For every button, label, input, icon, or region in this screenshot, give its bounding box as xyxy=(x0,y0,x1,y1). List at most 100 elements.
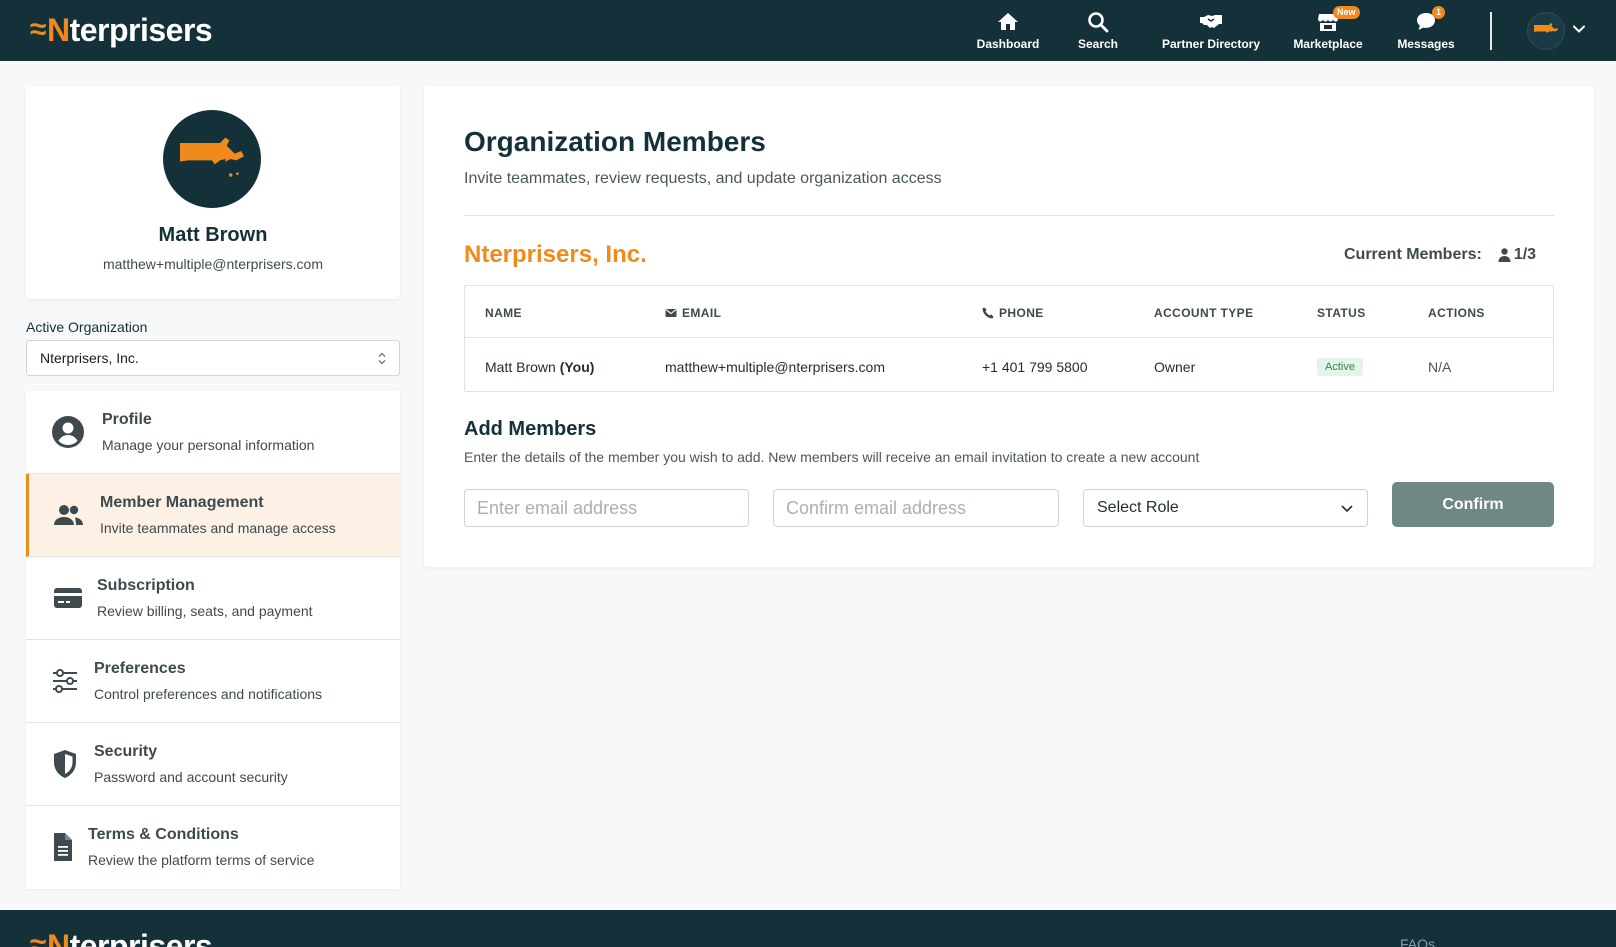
nav-dashboard[interactable]: Dashboard xyxy=(972,0,1044,61)
email-input[interactable] xyxy=(464,489,749,527)
unread-count-badge: 1 xyxy=(1432,6,1446,19)
active-organization-value: Nterprisers, Inc. xyxy=(40,350,139,366)
footer-logo[interactable]: ≈ Nterprisers xyxy=(30,927,213,947)
chevron-down-icon xyxy=(1341,505,1353,513)
organization-members-card: Organization Members Invite teammates, r… xyxy=(424,86,1594,567)
sliders-icon xyxy=(48,664,82,698)
chevron-down-icon[interactable] xyxy=(1572,22,1586,36)
footer: ≈ Nterprisers FAQs xyxy=(0,910,1616,947)
cell-email: matthew+multiple@nterprisers.com xyxy=(665,359,886,375)
menu-title: Security xyxy=(94,743,158,760)
profile-avatar xyxy=(163,110,261,208)
confirm-button[interactable]: Confirm xyxy=(1392,482,1554,527)
current-members: Current Members: 1/3 xyxy=(1344,246,1536,264)
menu-desc: Control preferences and notifications xyxy=(94,686,323,702)
members-table: NAME EMAIL PHONE ACCOUNT TYPE STATUS ACT… xyxy=(464,285,1554,392)
logo-wordmark: terprisers xyxy=(69,11,213,48)
menu-desc: Review billing, seats, and payment xyxy=(97,603,313,619)
members-count-value: 1/3 xyxy=(1513,246,1537,263)
menu-desc: Manage your personal information xyxy=(102,437,315,453)
column-header-name: NAME xyxy=(485,306,522,320)
menu-title: Member Management xyxy=(100,494,264,511)
nav-messages[interactable]: Messages 1 xyxy=(1396,0,1456,61)
member-name: Matt Brown xyxy=(485,359,556,375)
role-select-value: Select Role xyxy=(1097,499,1179,516)
account-avatar-button[interactable] xyxy=(1527,12,1565,50)
profile-email: matthew+multiple@nterprisers.com xyxy=(102,256,323,272)
person-icon xyxy=(1498,248,1511,262)
menu-title: Profile xyxy=(102,411,152,428)
nav-divider xyxy=(1490,12,1492,50)
status-badge: Active xyxy=(1317,358,1363,376)
search-icon xyxy=(1088,12,1109,33)
column-header-email-label: EMAIL xyxy=(682,306,722,320)
column-header-phone: PHONE xyxy=(982,306,1044,320)
footer-faqs-link[interactable]: FAQs xyxy=(1400,936,1435,947)
cell-phone: +1 401 799 5800 xyxy=(982,359,1088,375)
active-organization-label: Active Organization xyxy=(26,319,148,335)
phone-icon xyxy=(982,307,994,319)
envelope-icon xyxy=(665,309,677,317)
organization-name: Nterprisers, Inc. xyxy=(464,241,647,268)
column-header-status: STATUS xyxy=(1317,306,1366,320)
user-circle-icon xyxy=(51,415,85,449)
divider xyxy=(464,215,1554,216)
menu-item-subscription[interactable]: Subscription Review billing, seats, and … xyxy=(26,557,400,640)
current-members-label: Current Members: xyxy=(1344,246,1482,263)
current-members-count: 1/3 xyxy=(1498,246,1536,264)
confirm-email-input[interactable] xyxy=(773,489,1059,527)
top-navigation-bar: ≈ Nterprisers Dashboard Search Partner Di… xyxy=(0,0,1616,61)
member-you-tag: (You) xyxy=(559,359,595,375)
role-select[interactable]: Select Role xyxy=(1083,489,1368,527)
new-badge: New xyxy=(1333,6,1360,19)
up-down-chevron-icon xyxy=(378,352,386,365)
logo-first-letter: N xyxy=(46,11,70,48)
nav-messages-label: Messages xyxy=(1397,37,1455,51)
add-members-title: Add Members xyxy=(464,418,597,440)
credit-card-icon xyxy=(51,581,85,615)
settings-menu: Profile Manage your personal information… xyxy=(26,391,400,889)
page-subtitle: Invite teammates, review requests, and u… xyxy=(464,170,942,187)
menu-desc: Review the platform terms of service xyxy=(88,852,315,868)
brand-logo[interactable]: ≈ Nterprisers xyxy=(30,11,213,48)
logo-mark: ≈ xyxy=(30,13,46,46)
logo-first-letter: N xyxy=(46,927,70,947)
nav-search-label: Search xyxy=(1077,37,1119,51)
menu-item-terms[interactable]: Terms & Conditions Review the platform t… xyxy=(26,806,400,889)
document-icon xyxy=(45,830,79,864)
menu-item-preferences[interactable]: Preferences Control preferences and noti… xyxy=(26,640,400,723)
cell-account-type: Owner xyxy=(1154,359,1196,375)
table-header: NAME EMAIL PHONE ACCOUNT TYPE STATUS ACT… xyxy=(465,286,1553,338)
column-header-email: EMAIL xyxy=(665,306,721,320)
logo-mark: ≈ xyxy=(30,929,46,947)
logo-wordmark: terprisers xyxy=(69,927,213,947)
nav-partner-directory-label: Partner Directory xyxy=(1161,37,1261,51)
active-organization-select[interactable]: Nterprisers, Inc. xyxy=(26,340,400,376)
cell-name: Matt Brown (You) xyxy=(485,359,594,375)
nav-search[interactable]: Search xyxy=(1078,0,1118,61)
column-header-phone-label: PHONE xyxy=(999,306,1044,320)
column-header-actions: ACTIONS xyxy=(1428,306,1485,320)
users-icon xyxy=(51,498,85,532)
menu-item-profile[interactable]: Profile Manage your personal information xyxy=(26,391,400,474)
home-icon xyxy=(998,13,1018,30)
handshake-icon xyxy=(1200,15,1222,28)
menu-item-security[interactable]: Security Password and account security xyxy=(26,723,400,806)
column-header-account-type: ACCOUNT TYPE xyxy=(1154,306,1254,320)
profile-card: Matt Brown matthew+multiple@nterprisers.… xyxy=(26,86,400,299)
cell-actions: N/A xyxy=(1428,359,1452,375)
add-members-description: Enter the details of the member you wish… xyxy=(464,449,1200,465)
state-map-icon xyxy=(1534,23,1558,33)
menu-desc: Password and account security xyxy=(94,769,288,785)
menu-title: Subscription xyxy=(97,577,195,594)
menu-title: Preferences xyxy=(94,660,186,677)
nav-marketplace-label: Marketplace xyxy=(1293,37,1363,51)
nav-marketplace[interactable]: Marketplace New xyxy=(1291,0,1365,61)
menu-item-member-management[interactable]: Member Management Invite teammates and m… xyxy=(26,474,400,557)
nav-partner-directory[interactable]: Partner Directory xyxy=(1160,0,1262,61)
shield-icon xyxy=(48,747,82,781)
state-map-icon xyxy=(180,137,244,177)
menu-desc: Invite teammates and manage access xyxy=(100,520,336,536)
menu-title: Terms & Conditions xyxy=(88,826,239,843)
page-title: Organization Members xyxy=(464,126,766,157)
